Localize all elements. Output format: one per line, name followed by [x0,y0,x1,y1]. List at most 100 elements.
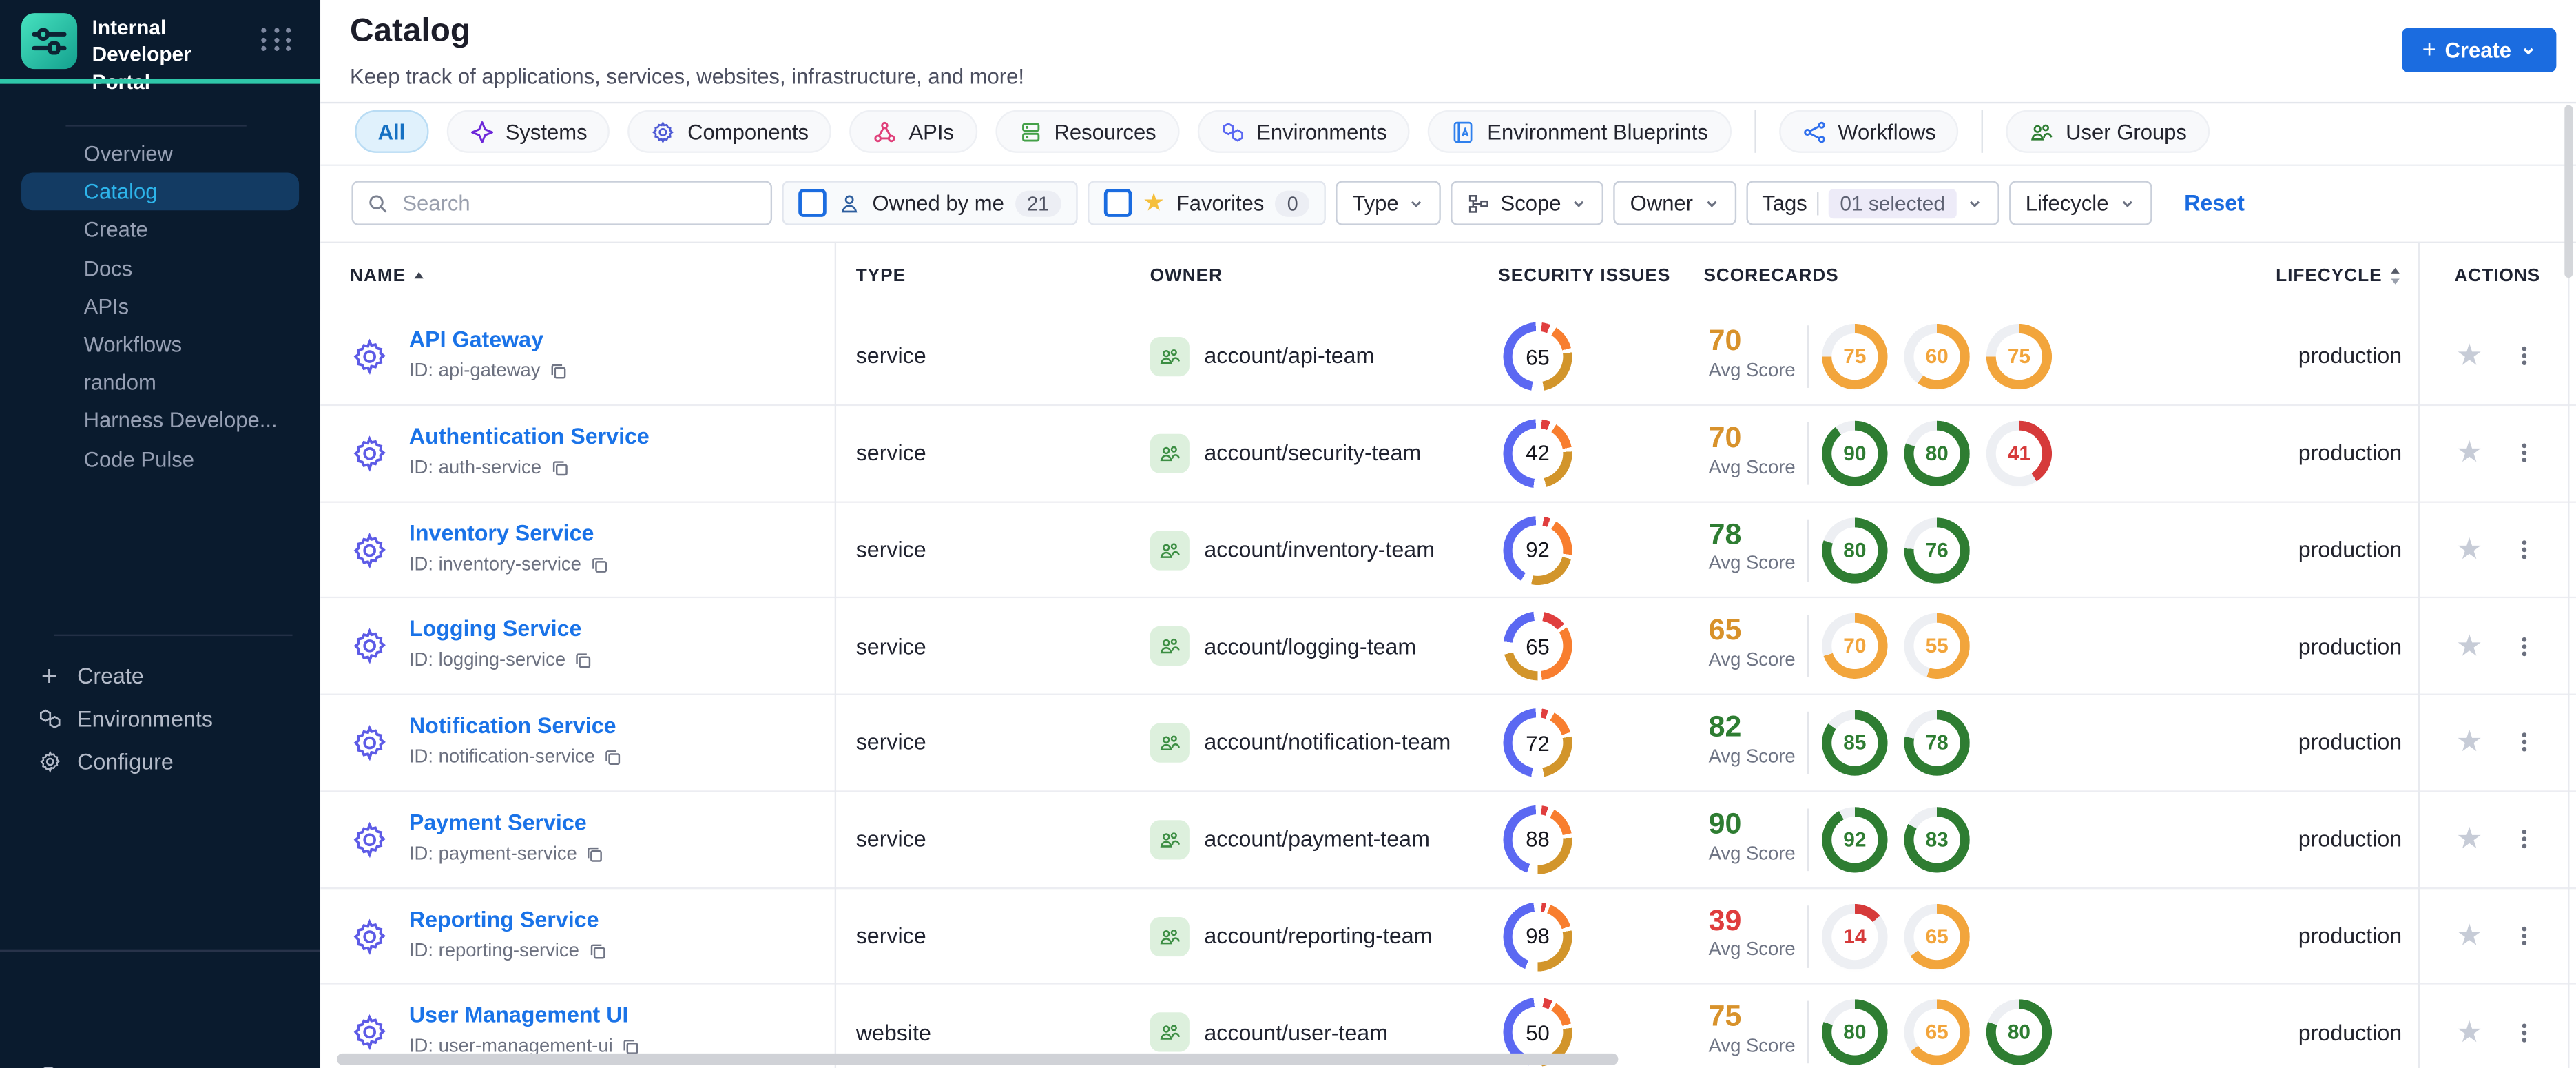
scorecard-ring[interactable]: 65 [1904,999,1970,1066]
sidebar-item-docs[interactable]: Docs [21,249,299,287]
scorecard-ring[interactable]: 80 [1822,999,1888,1066]
lifecycle-dropdown[interactable]: Lifecycle [2008,181,2152,225]
user-groups-icon [2030,119,2055,144]
row-menu-icon[interactable] [2512,792,2537,887]
favorite-star-icon[interactable]: ★ [2456,792,2482,887]
scorecard-ring[interactable]: 83 [1904,806,1970,872]
entity-name-link[interactable]: API Gateway [409,327,543,352]
tab-environments[interactable]: Environments [1197,110,1411,153]
favorite-star-icon[interactable]: ★ [2456,695,2482,790]
row-menu-icon[interactable] [2512,309,2537,404]
column-header-name[interactable]: NAME [350,242,426,309]
scorecard-ring[interactable]: 60 [1904,323,1970,390]
sidebar-item-create[interactable]: Create [21,211,299,249]
sidebar-item-random[interactable]: random [21,363,299,401]
horizontal-scrollbar[interactable] [336,1053,1619,1065]
scorecard-ring[interactable]: 80 [1986,999,2053,1066]
row-menu-icon[interactable] [2512,695,2537,790]
scope-dropdown[interactable]: Scope [1451,181,1604,225]
favorite-star-icon[interactable]: ★ [2456,599,2482,694]
favorite-star-icon[interactable]: ★ [2456,309,2482,404]
tab-environment-blueprints[interactable]: Environment Blueprints [1428,110,1732,153]
entity-name-link[interactable]: User Management UI [409,1003,629,1028]
owned-by-me-filter[interactable]: Owned by me 21 [782,181,1077,225]
copy-icon[interactable] [603,748,623,768]
entity-name-link[interactable]: Reporting Service [409,906,599,931]
scorecard-ring[interactable]: 75 [1822,323,1888,390]
sidebar-item-code-pulse[interactable]: Code Pulse [21,440,299,477]
row-menu-icon[interactable] [2512,406,2537,501]
row-menu-icon[interactable] [2512,985,2537,1068]
entity-name-link[interactable]: Authentication Service [409,424,650,449]
scorecard-ring[interactable]: 92 [1822,806,1888,872]
owned-by-me-checkbox[interactable] [798,189,827,217]
favorites-filter[interactable]: ★ Favorites 0 [1086,181,1327,225]
scorecard-ring[interactable]: 76 [1904,517,1970,583]
copy-icon[interactable] [574,651,594,671]
sidebar-item-help[interactable]: Help [0,1055,121,1068]
copy-icon[interactable] [548,362,568,382]
sidebar-item-overview[interactable]: Overview [21,135,299,173]
favorite-star-icon[interactable]: ★ [2456,406,2482,501]
tab-all[interactable]: All [355,110,428,153]
favorite-star-icon[interactable]: ★ [2456,888,2482,983]
team-icon [1150,1012,1190,1053]
entity-name-link[interactable]: Notification Service [409,713,616,738]
scorecard-ring[interactable]: 41 [1986,420,2053,486]
scorecard-ring[interactable]: 55 [1904,613,1970,679]
column-header-lifecycle[interactable]: LIFECYCLE [2210,242,2402,309]
owner-link[interactable]: account/security-team [1204,406,1421,501]
sidebar-bottom-configure[interactable]: Configure [0,739,320,782]
tab-resources[interactable]: Resources [995,110,1180,153]
create-button[interactable]: + Create [2402,28,2557,72]
copy-icon[interactable] [588,941,607,961]
owner-link[interactable]: account/inventory-team [1204,502,1435,597]
owner-link[interactable]: account/payment-team [1204,792,1430,887]
scorecard-ring[interactable]: 85 [1822,710,1888,776]
tab-workflows[interactable]: Workflows [1778,110,1960,153]
sidebar-bottom-environments[interactable]: Environments [0,697,320,739]
owner-link[interactable]: account/logging-team [1204,599,1416,694]
copy-icon[interactable] [550,458,570,478]
search-input[interactable] [351,181,773,225]
tab-apis[interactable]: APIs [849,110,977,153]
vertical-scrollbar[interactable] [2564,105,2573,278]
row-menu-icon[interactable] [2512,502,2537,597]
scorecard-ring[interactable]: 80 [1822,517,1888,583]
search-field[interactable] [399,189,758,217]
owner-dropdown[interactable]: Owner [1613,181,1736,225]
scorecard-ring[interactable]: 78 [1904,710,1970,776]
owner-link[interactable]: account/reporting-team [1204,888,1432,983]
tab-components[interactable]: Components [628,110,832,153]
scorecard-ring[interactable]: 75 [1986,323,2053,390]
team-icon [1150,336,1190,377]
favorite-star-icon[interactable]: ★ [2456,985,2482,1068]
sidebar-item-apis[interactable]: APIs [21,287,299,325]
entity-name-link[interactable]: Payment Service [409,810,587,834]
owner-link[interactable]: account/api-team [1204,309,1374,404]
row-menu-icon[interactable] [2512,599,2537,694]
app-switcher-icon[interactable] [261,28,294,51]
favorites-checkbox[interactable] [1103,189,1132,217]
scorecard-ring[interactable]: 14 [1822,903,1888,969]
owner-link[interactable]: account/notification-team [1204,695,1451,790]
copy-icon[interactable] [585,844,605,864]
tab-systems[interactable]: Systems [446,110,611,153]
scorecard-ring[interactable]: 70 [1822,613,1888,679]
row-menu-icon[interactable] [2512,888,2537,983]
sidebar-item-workflows[interactable]: Workflows [21,325,299,363]
scorecard-ring[interactable]: 80 [1904,420,1970,486]
copy-icon[interactable] [590,555,610,575]
sidebar-bottom-create[interactable]: + Create [0,654,320,697]
entity-name-link[interactable]: Logging Service [409,617,582,641]
entity-name-link[interactable]: Inventory Service [409,520,594,545]
sidebar-item-catalog[interactable]: Catalog [21,172,300,212]
tab-user-groups[interactable]: User Groups [2006,110,2210,153]
scorecard-ring[interactable]: 90 [1822,420,1888,486]
scorecard-ring[interactable]: 65 [1904,903,1970,969]
favorite-star-icon[interactable]: ★ [2456,502,2482,597]
sidebar-item-harness-develope[interactable]: Harness Develope... [21,402,299,440]
reset-filters-link[interactable]: Reset [2184,191,2245,216]
tags-dropdown[interactable]: Tags 01 selected [1745,181,1999,225]
type-dropdown[interactable]: Type [1336,181,1442,225]
